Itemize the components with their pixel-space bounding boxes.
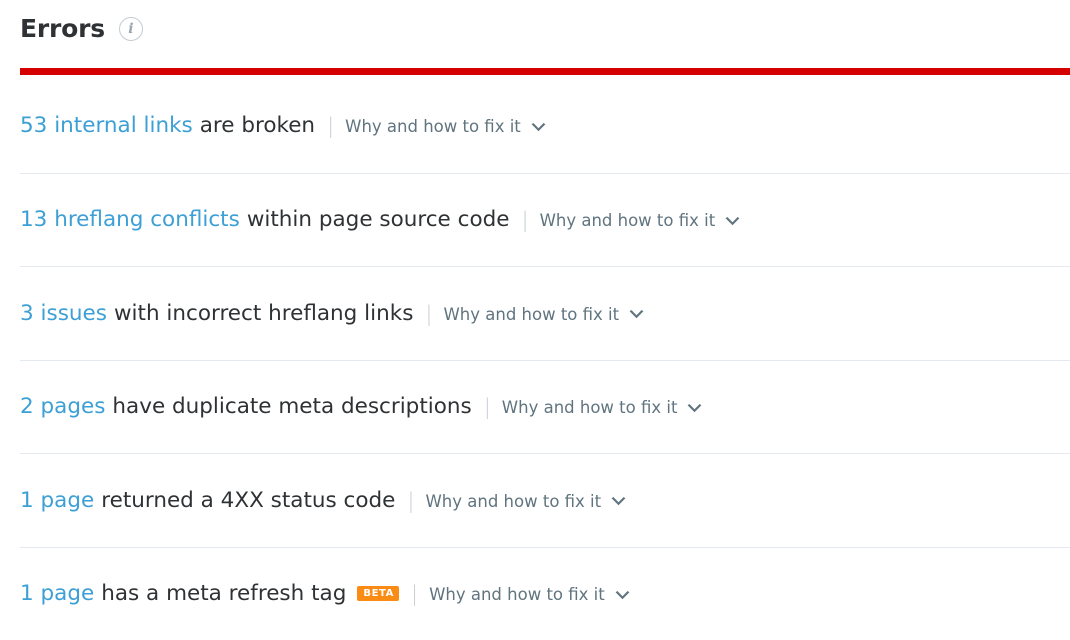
separator: |	[484, 397, 491, 418]
panel-header: Errors i	[0, 0, 1070, 56]
separator: |	[411, 584, 418, 605]
separator: |	[407, 491, 414, 512]
list-item[interactable]: 2 pages have duplicate meta descriptions…	[20, 360, 1070, 454]
list-item[interactable]: 1 page returned a 4XX status code | Why …	[20, 453, 1070, 547]
why-and-how-to-fix-it-link[interactable]: Why and how to fix it	[502, 400, 704, 417]
issue-count-link[interactable]: 53 internal links	[20, 115, 193, 137]
issue-text: 13 hreflang conflicts within page source…	[20, 209, 741, 231]
info-icon[interactable]: i	[119, 17, 143, 41]
list-item[interactable]: 3 issues with incorrect hreflang links |…	[20, 266, 1070, 360]
severity-bar	[20, 68, 1070, 75]
separator: |	[521, 210, 528, 231]
page-title: Errors	[20, 16, 105, 41]
why-and-how-to-fix-it-link[interactable]: Why and how to fix it	[540, 213, 742, 230]
why-and-how-to-fix-it-link[interactable]: Why and how to fix it	[345, 119, 547, 136]
why-and-how-to-fix-it-link[interactable]: Why and how to fix it	[425, 494, 627, 511]
issue-count-link[interactable]: 1 page	[20, 583, 94, 605]
chevron-down-icon	[724, 217, 741, 228]
fix-link-label: Why and how to fix it	[502, 400, 678, 417]
list-item[interactable]: 13 hreflang conflicts within page source…	[20, 173, 1070, 267]
issue-count-link[interactable]: 3 issues	[20, 303, 107, 325]
fix-link-label: Why and how to fix it	[425, 494, 601, 511]
issue-text: 3 issues with incorrect hreflang links |…	[20, 303, 645, 325]
fix-link-label: Why and how to fix it	[429, 587, 605, 604]
status-badge: BETA	[357, 586, 399, 601]
separator: |	[327, 116, 334, 137]
issue-text: 1 page returned a 4XX status code | Why …	[20, 490, 627, 512]
list-item[interactable]: 1 page has a meta refresh tag BETA | Why…	[20, 547, 1070, 640]
issue-count-link[interactable]: 13 hreflang conflicts	[20, 209, 240, 231]
issue-list: 53 internal links are broken | Why and h…	[0, 79, 1070, 640]
issue-description: have duplicate meta descriptions	[112, 396, 471, 418]
info-icon-glyph: i	[128, 22, 133, 36]
chevron-down-icon	[610, 497, 627, 508]
chevron-down-icon	[530, 123, 547, 134]
issue-description: returned a 4XX status code	[101, 490, 395, 512]
issue-text: 2 pages have duplicate meta descriptions…	[20, 396, 703, 418]
chevron-down-icon	[614, 591, 631, 602]
fix-link-label: Why and how to fix it	[540, 213, 716, 230]
issue-description: within page source code	[247, 209, 510, 231]
separator: |	[425, 304, 432, 325]
issue-description: with incorrect hreflang links	[114, 303, 413, 325]
list-item[interactable]: 53 internal links are broken | Why and h…	[20, 79, 1070, 173]
errors-panel: Errors i 53 internal links are broken | …	[0, 0, 1070, 630]
fix-link-label: Why and how to fix it	[345, 119, 521, 136]
issue-text: 53 internal links are broken | Why and h…	[20, 115, 547, 137]
issue-text: 1 page has a meta refresh tag BETA | Why…	[20, 583, 631, 605]
chevron-down-icon	[686, 404, 703, 415]
why-and-how-to-fix-it-link[interactable]: Why and how to fix it	[443, 307, 645, 324]
issue-description: has a meta refresh tag	[101, 583, 346, 605]
issue-count-link[interactable]: 2 pages	[20, 396, 105, 418]
fix-link-label: Why and how to fix it	[443, 307, 619, 324]
chevron-down-icon	[628, 310, 645, 321]
why-and-how-to-fix-it-link[interactable]: Why and how to fix it	[429, 587, 631, 604]
issue-count-link[interactable]: 1 page	[20, 490, 94, 512]
issue-description: are broken	[200, 115, 315, 137]
